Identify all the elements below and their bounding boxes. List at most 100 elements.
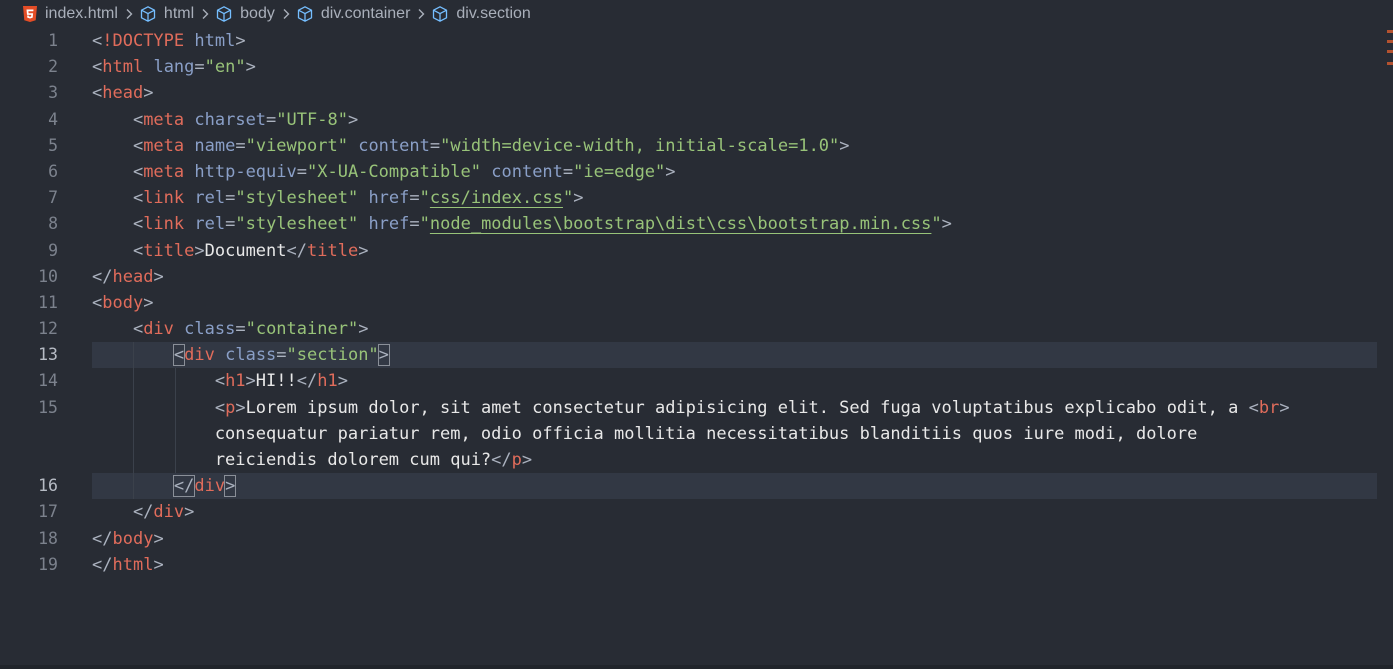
- code-token: >: [377, 344, 390, 367]
- code-token: <: [92, 292, 103, 313]
- code-token: body: [112, 528, 154, 549]
- element-cube-icon: [215, 5, 233, 23]
- code-token: rel: [194, 188, 226, 209]
- code-line[interactable]: 15 <p>Lorem ipsum dolor, sit amet consec…: [0, 394, 1380, 421]
- breadcrumb-item-container[interactable]: div.container: [296, 5, 410, 23]
- line-number: 3: [48, 83, 58, 103]
- code-token: >: [358, 240, 369, 261]
- code-token: meta: [143, 135, 185, 156]
- breadcrumb-label: index.html: [45, 5, 118, 22]
- code-line[interactable]: 18 </body>: [0, 526, 1380, 552]
- code-token: >: [235, 397, 246, 418]
- code-token: >: [941, 214, 952, 235]
- code-token: >: [143, 292, 154, 313]
- code-line[interactable]: 5 <meta name="viewport" content="width=d…: [0, 133, 1380, 159]
- code-token: meta: [143, 109, 185, 130]
- code-line[interactable]: 14 <h1>HI!!</h1>: [0, 368, 1380, 395]
- code-token: <: [92, 109, 144, 130]
- code-token: >: [337, 371, 348, 392]
- line-number: 9: [48, 240, 58, 260]
- line-number: 12: [38, 319, 58, 339]
- code-token: "width=device-width, initial-scale=1.0": [440, 135, 840, 156]
- code-token: div: [194, 476, 226, 497]
- code-line[interactable]: 12 <div class="container">: [0, 316, 1380, 342]
- code-text: <p>Lorem ipsum dolor, sit amet consectet…: [92, 395, 1290, 421]
- code-line[interactable]: 8 <link rel="stylesheet" href="node_modu…: [0, 211, 1380, 237]
- breadcrumb-item-body[interactable]: body: [215, 5, 275, 23]
- code-line[interactable]: 13 <div class="section">: [0, 342, 1380, 369]
- code-token: link: [143, 188, 185, 209]
- code-token: lang: [153, 57, 195, 78]
- code-line[interactable]: 7 <link rel="stylesheet" href="css/index…: [0, 185, 1380, 211]
- line-number: 6: [48, 161, 58, 181]
- code-token: <: [92, 397, 226, 418]
- code-line[interactable]: 9 <title>Document</title>: [0, 238, 1380, 264]
- code-line[interactable]: 4 <meta charset="UTF-8">: [0, 107, 1380, 133]
- line-number: 5: [48, 135, 58, 155]
- code-token: =: [194, 57, 205, 78]
- code-line[interactable]: 3 <head>: [0, 80, 1380, 106]
- code-line[interactable]: 10 </head>: [0, 264, 1380, 290]
- code-line[interactable]: 17 </div>: [0, 499, 1380, 525]
- code-token: <: [92, 240, 144, 261]
- chevron-right-icon: [416, 8, 426, 20]
- code-token: br: [1258, 397, 1280, 418]
- code-token: class: [225, 345, 277, 366]
- code-token: >: [143, 83, 154, 104]
- code-token: href: [368, 188, 410, 209]
- code-token: <: [92, 135, 144, 156]
- code-token: "container": [245, 319, 359, 340]
- breadcrumb-item-section[interactable]: div.section: [431, 5, 531, 23]
- code-token: h1: [225, 371, 246, 392]
- code-text: </body>: [92, 526, 164, 552]
- code-line[interactable]: 11 <body>: [0, 290, 1380, 316]
- breadcrumb-label: html: [163, 5, 195, 22]
- code-line[interactable]: consequatur pariatur rem, odio officia m…: [0, 420, 1380, 447]
- code-token: =: [276, 345, 287, 366]
- line-number: 16: [38, 476, 58, 496]
- code-token: </: [92, 528, 113, 549]
- code-text: <body>: [92, 290, 153, 316]
- breadcrumb-item-file[interactable]: index.html: [22, 5, 118, 23]
- code-text: <link rel="stylesheet" href="css/index.c…: [92, 185, 584, 211]
- code-token: html: [194, 31, 236, 51]
- code-token: h1: [317, 371, 338, 392]
- code-token: html: [112, 554, 154, 575]
- code-text: <div class="container">: [92, 316, 369, 342]
- code-text: <h1>HI!!</h1>: [92, 368, 348, 394]
- code-line[interactable]: reiciendis dolorem cum qui?</p>: [0, 447, 1380, 474]
- code-area[interactable]: 1 <!DOCTYPE html> 2 <html lang="en"> 3 <head>…: [0, 28, 1380, 578]
- code-token: content: [491, 161, 563, 182]
- code-token: href: [368, 214, 410, 235]
- code-token: >: [839, 135, 850, 156]
- overview-ruler[interactable]: [1387, 28, 1393, 70]
- code-line[interactable]: 16 </div>: [0, 473, 1380, 500]
- breadcrumb-label: body: [240, 5, 275, 22]
- code-line[interactable]: 2 <html lang="en">: [0, 54, 1380, 80]
- code-token: "X-UA-Compatible": [307, 161, 481, 182]
- code-line[interactable]: 6 <meta http-equiv="X-UA-Compatible" con…: [0, 159, 1380, 185]
- code-token: reiciendis dolorem cum qui?: [92, 450, 492, 470]
- code-token: >: [665, 161, 676, 182]
- code-token: "en": [204, 57, 246, 78]
- code-token: div: [184, 345, 215, 366]
- code-text: <!DOCTYPE html>: [92, 28, 246, 54]
- code-token: <: [92, 214, 144, 235]
- code-token: "stylesheet": [235, 188, 359, 209]
- code-line[interactable]: 19 </html>: [0, 552, 1380, 578]
- code-token: =: [429, 135, 441, 156]
- breadcrumb-item-html[interactable]: html: [139, 5, 194, 23]
- line-number: 17: [38, 502, 58, 522]
- code-token: <: [92, 31, 103, 51]
- code-line[interactable]: 1 <!DOCTYPE html>: [0, 28, 1380, 54]
- line-number: 8: [48, 214, 58, 234]
- code-editor[interactable]: index.html html body div.container div.s…: [0, 0, 1393, 669]
- code-token: >: [153, 554, 164, 575]
- code-token: "stylesheet": [235, 214, 359, 235]
